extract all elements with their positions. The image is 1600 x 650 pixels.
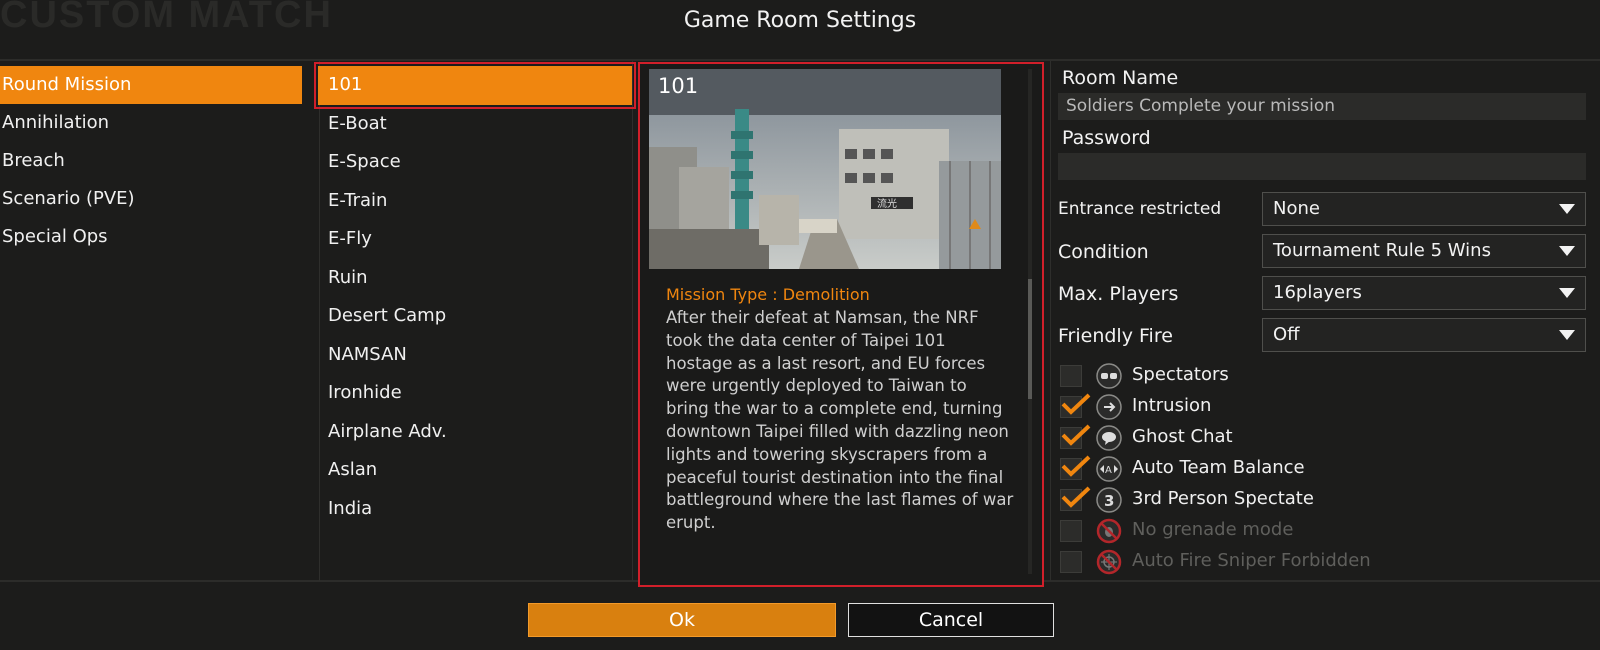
chevron-down-icon bbox=[1559, 330, 1575, 340]
friendly-fire-value: Off bbox=[1273, 324, 1300, 345]
condition-label: Condition bbox=[1058, 241, 1149, 263]
map-description: After their defeat at Namsan, the NRF to… bbox=[666, 308, 1014, 533]
map-item-ironhide[interactable]: Ironhide bbox=[318, 374, 632, 413]
map-item-airplane-adv[interactable]: Airplane Adv. bbox=[318, 413, 632, 452]
max-players-dropdown[interactable]: 16players bbox=[1262, 276, 1586, 310]
condition-dropdown[interactable]: Tournament Rule 5 Wins bbox=[1262, 234, 1586, 268]
preview-scrollbar-thumb[interactable] bbox=[1028, 279, 1032, 399]
intrusion-arrow-icon bbox=[1096, 394, 1122, 420]
option-label: Auto Team Balance bbox=[1132, 457, 1305, 478]
map-item-ruin[interactable]: Ruin bbox=[318, 259, 632, 298]
mode-item-special-ops[interactable]: Special Ops bbox=[0, 218, 302, 256]
spectator-goggles-icon bbox=[1096, 363, 1122, 389]
password-label: Password bbox=[1062, 127, 1151, 149]
option-label: Auto Fire Sniper Forbidden bbox=[1132, 550, 1371, 571]
map-item-e-space[interactable]: E-Space bbox=[318, 143, 632, 182]
divider bbox=[0, 59, 1600, 61]
map-item-desert-camp[interactable]: Desert Camp bbox=[318, 297, 632, 336]
checkmark-icon bbox=[1061, 393, 1091, 415]
no-grenade-icon bbox=[1096, 518, 1122, 544]
room-name-input[interactable]: Soldiers Complete your mission bbox=[1058, 93, 1586, 120]
chat-bubble-icon bbox=[1096, 425, 1122, 451]
no-sniper-icon bbox=[1096, 549, 1122, 575]
mode-item-round-mission[interactable]: Round Mission bbox=[0, 66, 302, 104]
map-item-101[interactable]: 101 bbox=[314, 62, 636, 109]
map-preview-image: 流光 bbox=[649, 69, 1001, 269]
room-name-value: Soldiers Complete your mission bbox=[1066, 96, 1335, 116]
map-item-e-train[interactable]: E-Train bbox=[318, 182, 632, 221]
option-label: No grenade mode bbox=[1132, 519, 1294, 540]
mode-item-annihilation[interactable]: Annihilation bbox=[0, 104, 302, 142]
max-players-label: Max. Players bbox=[1058, 283, 1179, 305]
mode-item-scenario-pve[interactable]: Scenario (PVE) bbox=[0, 180, 302, 218]
divider bbox=[632, 61, 633, 581]
option-label: Intrusion bbox=[1132, 395, 1212, 416]
entrance-restricted-value: None bbox=[1273, 198, 1320, 219]
entrance-restricted-dropdown[interactable]: None bbox=[1262, 192, 1586, 226]
dialog-title: Game Room Settings bbox=[683, 8, 917, 33]
map-sign-text: 流光 bbox=[877, 197, 897, 210]
checkmark-icon bbox=[1061, 424, 1091, 446]
room-name-label: Room Name bbox=[1062, 67, 1179, 89]
checkbox[interactable] bbox=[1060, 365, 1082, 387]
chevron-down-icon bbox=[1559, 204, 1575, 214]
password-input[interactable] bbox=[1058, 153, 1586, 180]
mode-list: Round Mission Annihilation Breach Scenar… bbox=[0, 66, 302, 256]
third-person-icon: 3 bbox=[1096, 487, 1122, 513]
map-preview-title: 101 bbox=[658, 74, 699, 98]
chevron-down-icon bbox=[1559, 288, 1575, 298]
max-players-value: 16players bbox=[1273, 282, 1362, 303]
option-label: 3rd Person Spectate bbox=[1132, 488, 1314, 509]
condition-value: Tournament Rule 5 Wins bbox=[1273, 240, 1491, 261]
checkbox bbox=[1060, 520, 1082, 542]
mission-type: Mission Type : Demolition bbox=[666, 285, 870, 304]
map-item-e-fly[interactable]: E-Fly bbox=[318, 220, 632, 259]
svg-text:3: 3 bbox=[1104, 492, 1114, 510]
team-balance-icon: A bbox=[1096, 456, 1122, 482]
chevron-down-icon bbox=[1559, 246, 1575, 256]
map-list: 101 E-Boat E-Space E-Train E-Fly Ruin De… bbox=[314, 62, 636, 529]
svg-text:A: A bbox=[1105, 465, 1112, 476]
map-item-namsan[interactable]: NAMSAN bbox=[318, 336, 632, 375]
divider bbox=[1050, 61, 1051, 581]
mode-item-breach[interactable]: Breach bbox=[0, 142, 302, 180]
map-item-aslan[interactable]: Aslan bbox=[318, 451, 632, 490]
entrance-restricted-label: Entrance restricted bbox=[1058, 199, 1222, 219]
friendly-fire-dropdown[interactable]: Off bbox=[1262, 318, 1586, 352]
option-label: Ghost Chat bbox=[1132, 426, 1233, 447]
friendly-fire-label: Friendly Fire bbox=[1058, 325, 1173, 347]
map-preview-panel: 流光 101 Mission Type : Demolition After t… bbox=[638, 62, 1044, 587]
map-item-e-boat[interactable]: E-Boat bbox=[318, 105, 632, 144]
option-label: Spectators bbox=[1132, 364, 1229, 385]
cancel-button[interactable]: Cancel bbox=[848, 603, 1054, 637]
ok-button[interactable]: Ok bbox=[528, 603, 836, 637]
checkmark-icon bbox=[1061, 486, 1091, 508]
map-item-india[interactable]: India bbox=[318, 490, 632, 529]
checkbox bbox=[1060, 551, 1082, 573]
checkmark-icon bbox=[1061, 455, 1091, 477]
